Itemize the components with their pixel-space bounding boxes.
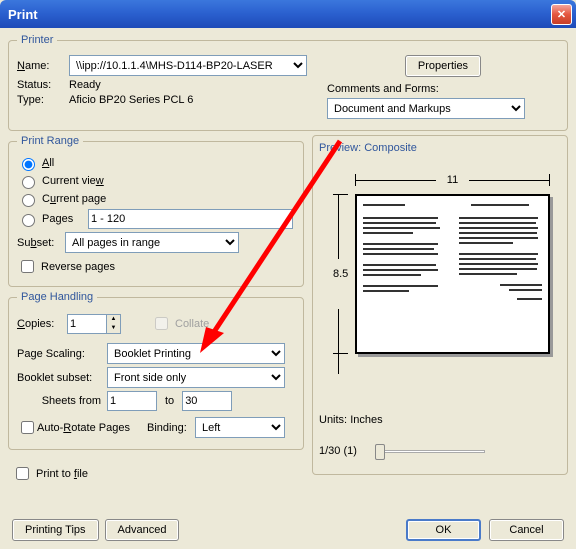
sheets-from-label: Sheets from xyxy=(17,395,107,407)
radio-current-page-label: Current page xyxy=(42,193,106,205)
collate-label: Collate xyxy=(175,318,209,330)
radio-pages-label: Pages xyxy=(42,213,84,225)
advanced-button[interactable]: Advanced xyxy=(105,519,180,541)
subset-select[interactable]: All pages in range xyxy=(65,232,239,253)
radio-current-page[interactable] xyxy=(22,194,35,207)
radio-pages[interactable] xyxy=(22,214,35,227)
printer-legend: Printer xyxy=(17,34,57,46)
page-slider[interactable] xyxy=(375,442,485,460)
units-value: Inches xyxy=(350,414,382,426)
printing-tips-button[interactable]: Printing Tips xyxy=(12,519,99,541)
subset-label: Subset: xyxy=(17,237,65,249)
copies-spinner[interactable]: ▲ ▼ xyxy=(107,314,121,334)
reverse-checkbox[interactable] xyxy=(21,260,34,273)
auto-rotate-checkbox[interactable] xyxy=(21,421,34,434)
comments-select[interactable]: Document and Markups xyxy=(327,98,525,119)
units-row: Units: Inches xyxy=(319,414,561,426)
pages-input[interactable] xyxy=(88,209,293,229)
preview-group: Preview: Composite 11 8.5 xyxy=(312,135,568,475)
print-to-file-label: Print to file xyxy=(36,468,88,480)
booklet-subset-label: Booklet subset: xyxy=(17,372,107,384)
slider-thumb-icon xyxy=(375,444,385,460)
sheets-to-label: to xyxy=(157,395,182,407)
spinner-down-icon: ▼ xyxy=(107,324,120,333)
preview-page xyxy=(355,194,550,354)
reverse-label: Reverse pages xyxy=(41,261,115,273)
preview-area: 11 8.5 xyxy=(325,194,555,374)
close-button[interactable]: ✕ xyxy=(551,4,572,25)
status-label: Status: xyxy=(17,79,69,91)
copies-label: Copies: xyxy=(17,318,67,330)
auto-rotate-label: Auto-Rotate Pages xyxy=(37,422,147,434)
print-to-file-checkbox[interactable] xyxy=(16,467,29,480)
type-label: Type: xyxy=(17,94,69,106)
close-icon: ✕ xyxy=(557,8,566,21)
collate-checkbox xyxy=(155,317,168,330)
title-bar: Print ✕ xyxy=(0,0,576,28)
printer-group: Printer Name: \\ipp://10.1.1.4\MHS-D114-… xyxy=(8,34,568,131)
binding-label: Binding: xyxy=(147,422,195,434)
dialog-body: Printer Name: \\ipp://10.1.1.4\MHS-D114-… xyxy=(0,28,576,549)
dim-width: 11 xyxy=(355,174,550,186)
print-range-group: Print Range All Current view Current pag… xyxy=(8,135,304,287)
copies-input[interactable] xyxy=(67,314,107,334)
comments-label: Comments and Forms: xyxy=(327,83,439,95)
spinner-up-icon: ▲ xyxy=(107,315,120,324)
type-value: Aficio BP20 Series PCL 6 xyxy=(69,94,193,106)
status-value: Ready xyxy=(69,79,101,91)
booklet-subset-select[interactable]: Front side only xyxy=(107,367,285,388)
units-label: Units: xyxy=(319,414,347,426)
binding-select[interactable]: Left xyxy=(195,417,285,438)
page-handling-group: Page Handling Copies: ▲ ▼ Collate Page S… xyxy=(8,291,304,450)
name-label: Name: xyxy=(17,60,69,72)
scaling-label: Page Scaling: xyxy=(17,348,107,360)
print-range-legend: Print Range xyxy=(17,135,83,147)
scaling-select[interactable]: Booklet Printing xyxy=(107,343,285,364)
cancel-button[interactable]: Cancel xyxy=(489,519,564,541)
sheets-from-input[interactable] xyxy=(107,391,157,411)
radio-current-view-label: Current view xyxy=(42,175,104,187)
page-indicator: 1/30 (1) xyxy=(319,445,357,457)
page-handling-legend: Page Handling xyxy=(17,291,97,303)
preview-title: Preview: Composite xyxy=(319,142,561,154)
radio-all[interactable] xyxy=(22,158,35,171)
radio-current-view[interactable] xyxy=(22,176,35,189)
window-title: Print xyxy=(8,7,551,22)
radio-all-label: All xyxy=(42,157,54,169)
ok-button[interactable]: OK xyxy=(406,519,481,541)
printer-name-select[interactable]: \\ipp://10.1.1.4\MHS-D114-BP20-LASER xyxy=(69,55,307,76)
dim-height: 8.5 xyxy=(333,194,348,354)
sheets-to-input[interactable] xyxy=(182,391,232,411)
properties-button[interactable]: Properties xyxy=(405,55,481,77)
